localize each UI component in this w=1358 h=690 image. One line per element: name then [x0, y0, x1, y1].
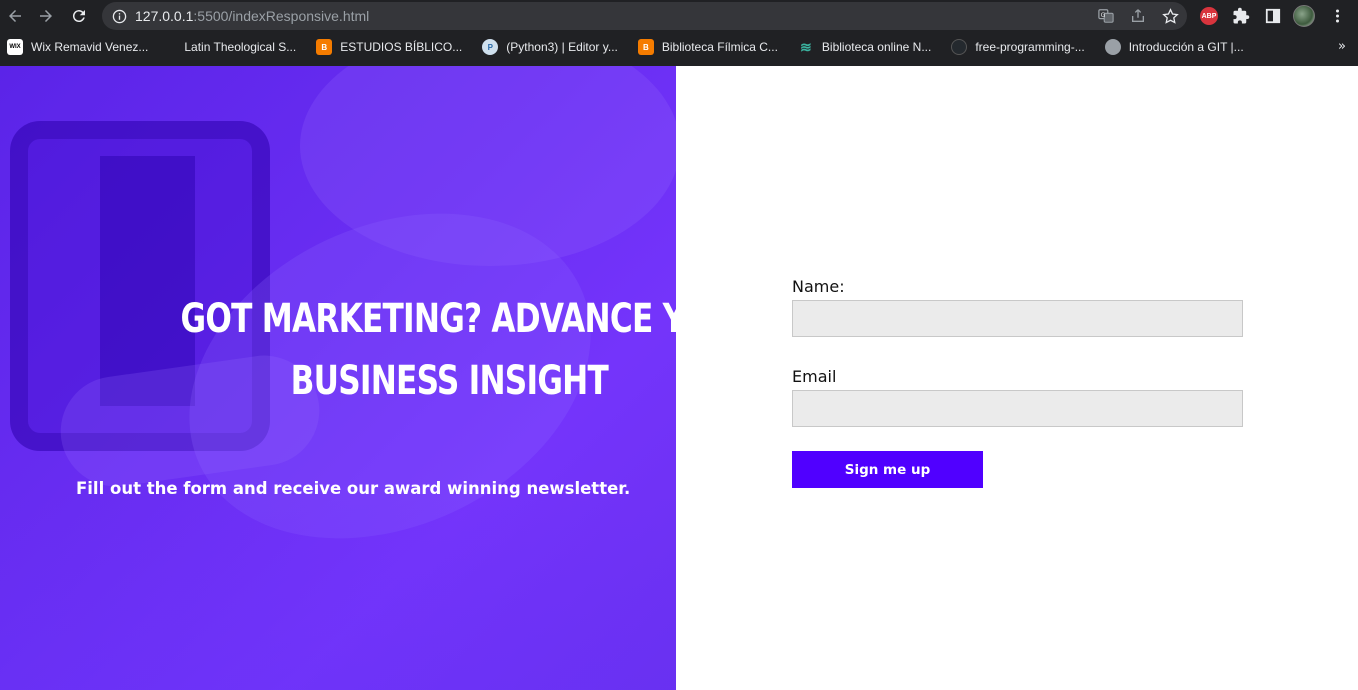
browser-toolbar: 127.0.0.1:5500/indexResponsive.html G AB… [0, 0, 1358, 32]
bookmark-label: Latin Theological S... [184, 40, 297, 54]
url-path: :5500/indexResponsive.html [193, 8, 370, 24]
back-button[interactable] [4, 5, 26, 27]
hero-headline: Got marketing? Advance your business ins… [180, 288, 676, 412]
wix-icon: WIX [7, 39, 23, 55]
adblock-icon: ABP [1200, 7, 1218, 25]
bookmark-label: ESTUDIOS BÍBLICO... [340, 40, 463, 54]
bookmark-label: Introducción a GIT |... [1128, 40, 1244, 54]
avatar [1293, 5, 1315, 27]
form-spacer [792, 337, 1243, 367]
hero-panel: Got marketing? Advance your business ins… [0, 66, 676, 690]
bookmark-star-icon[interactable] [1161, 7, 1179, 25]
hero-subtext: Fill out the form and receive our award … [76, 479, 631, 498]
signup-form: Name: Email Sign me up [792, 277, 1243, 488]
address-bar[interactable]: 127.0.0.1:5500/indexResponsive.html G [102, 2, 1187, 30]
translate-icon[interactable]: G [1097, 7, 1115, 25]
name-field[interactable] [792, 300, 1243, 337]
side-panel-icon [1265, 8, 1281, 24]
hero-headline-line-1: Got marketing? Advance your [180, 296, 676, 342]
bookmark-estudios-biblicos[interactable]: B ESTUDIOS BÍBLICO... [310, 35, 468, 59]
hero-headline-line-2: business insight [290, 358, 609, 404]
bookmark-python3-editor[interactable]: P (Python3) | Editor y... [476, 35, 624, 59]
side-panel-button[interactable] [1262, 5, 1284, 27]
url-host: 127.0.0.1 [135, 8, 194, 24]
bookmark-biblioteca-online[interactable]: ≋ Biblioteca online N... [792, 35, 937, 59]
globe-icon [1104, 39, 1121, 55]
arrow-left-icon [9, 10, 21, 22]
profile-button[interactable] [1293, 5, 1315, 27]
name-label: Name: [792, 277, 845, 296]
python-icon: P [482, 39, 499, 55]
page-content: Got marketing? Advance your business ins… [0, 66, 1358, 690]
site-info-icon[interactable] [111, 8, 127, 24]
extensions-button[interactable] [1230, 5, 1252, 27]
bookmark-latin-theological[interactable]: Latin Theological S... [162, 35, 302, 59]
sign-up-button[interactable]: Sign me up [792, 451, 983, 488]
reload-icon [72, 10, 85, 23]
email-field[interactable] [792, 390, 1243, 427]
browser-chrome: 127.0.0.1:5500/indexResponsive.html G AB… [0, 0, 1358, 66]
blogger-icon: B [637, 39, 654, 55]
bookmark-label: free-programming-... [975, 40, 1085, 54]
arrow-right-icon [40, 10, 52, 22]
bookmarks-bar: WIX Wix Remavid Venez... Latin Theologic… [0, 34, 1358, 60]
bookmark-biblioteca-filmica[interactable]: B Biblioteca Fílmica C... [632, 35, 784, 59]
svg-text:G: G [1101, 12, 1106, 19]
bookmark-label: Wix Remavid Venez... [31, 40, 149, 54]
email-label: Email [792, 367, 837, 386]
puzzle-icon [1233, 7, 1250, 24]
reload-button[interactable] [68, 5, 90, 27]
bookmark-wix[interactable]: WIX Wix Remavid Venez... [0, 35, 154, 59]
bookmark-label: Biblioteca online N... [821, 40, 932, 54]
books-icon: ≋ [800, 38, 812, 55]
browser-menu-button[interactable] [1326, 5, 1348, 27]
blank-icon [168, 39, 176, 55]
bookmark-introduccion-git[interactable]: Introducción a GIT |... [1099, 35, 1250, 59]
bookmark-label: Biblioteca Fílmica C... [661, 40, 778, 54]
bookmark-free-programming[interactable]: free-programming-... [945, 35, 1090, 59]
kebab-menu-icon [1335, 9, 1339, 23]
bookmarks-overflow-button[interactable]: » [1338, 39, 1346, 54]
github-icon [951, 39, 968, 55]
url-text: 127.0.0.1:5500/indexResponsive.html [135, 8, 369, 24]
forward-button[interactable] [35, 5, 57, 27]
blogger-icon: B [316, 39, 333, 55]
hero-background-shade [0, 496, 676, 690]
share-icon[interactable] [1129, 7, 1147, 25]
bookmark-label: (Python3) | Editor y... [506, 40, 618, 54]
adblock-extension[interactable]: ABP [1198, 5, 1220, 27]
